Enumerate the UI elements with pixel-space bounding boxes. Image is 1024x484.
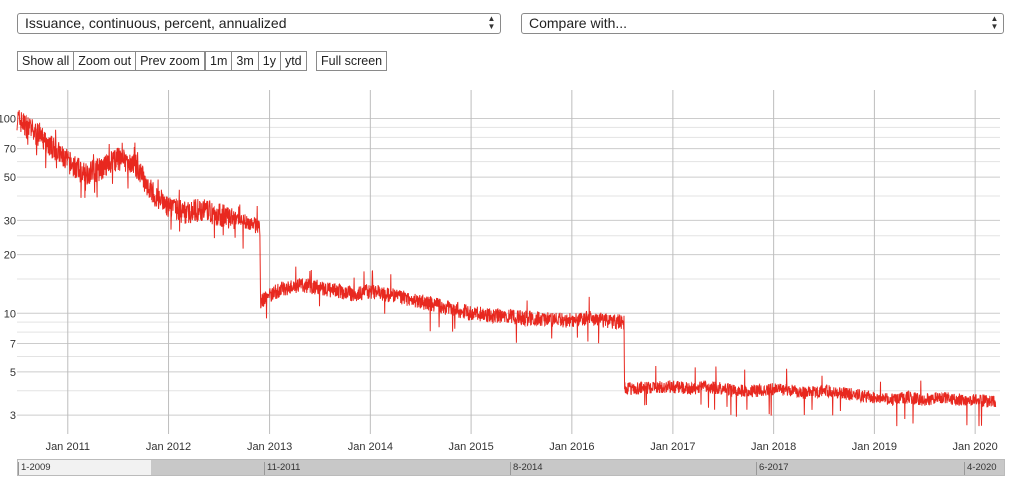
y-tick-label: 20: [4, 250, 16, 262]
compare-select[interactable]: Compare with... ▲ ▼: [521, 13, 1004, 34]
x-tick-label: Jan 2020: [953, 441, 998, 453]
y-tick-label: 50: [4, 172, 16, 184]
range-3m-button[interactable]: 3m: [232, 52, 259, 70]
y-tick-label: 30: [4, 215, 16, 227]
prev-zoom-button[interactable]: Prev zoom: [136, 52, 204, 70]
range-ytd-button[interactable]: ytd: [281, 52, 306, 70]
x-tick-label: Jan 2011: [46, 441, 90, 453]
range-button-group: 1m 3m 1y ytd: [205, 51, 307, 71]
x-tick-label: Jan 2017: [650, 441, 695, 453]
x-tick-label: Jan 2016: [549, 441, 594, 453]
navigator-label: 1-2009: [18, 462, 51, 475]
zoom-button-group: Show all Zoom out Prev zoom: [17, 51, 205, 71]
range-1m-button[interactable]: 1m: [206, 52, 233, 70]
x-tick-label: Jan 2012: [146, 441, 191, 453]
navigator-label: 4-2020: [964, 462, 997, 475]
y-tick-label: 10: [4, 308, 16, 320]
x-tick-label: Jan 2019: [852, 441, 897, 453]
y-tick-label: 70: [4, 144, 16, 156]
x-tick-label: Jan 2015: [448, 441, 493, 453]
x-tick-label: Jan 2018: [751, 441, 796, 453]
x-tick-label: Jan 2013: [247, 441, 292, 453]
y-tick-label: 7: [10, 338, 16, 350]
show-all-button[interactable]: Show all: [18, 52, 75, 70]
x-tick-label: Jan 2014: [348, 441, 393, 453]
range-navigator[interactable]: 1-2009 11-2011 8-2014 6-2017 4-2020: [17, 459, 1005, 476]
updown-arrow-icon: ▲ ▼: [487, 14, 496, 31]
compare-select-value: Compare with...: [529, 15, 628, 31]
fullscreen-button-group: Full screen: [316, 51, 388, 71]
y-tick-label: 100: [0, 113, 16, 125]
navigator-label: 11-2011: [264, 462, 300, 475]
y-tick-label: 5: [10, 367, 16, 379]
y-tick-label: 3: [10, 410, 16, 422]
updown-arrow-icon: ▲ ▼: [990, 14, 999, 31]
chart-plot[interactable]: 3 5 7 10 20 30 50 70 100 Jan 2011 Jan 2012 Jan 2013…: [0, 84, 1024, 459]
navigator-label: 8-2014: [510, 462, 543, 475]
navigator-label: 6-2017: [756, 462, 789, 475]
full-screen-button[interactable]: Full screen: [317, 52, 386, 70]
series-line: [16, 110, 997, 427]
zoom-out-button[interactable]: Zoom out: [74, 52, 137, 70]
range-1y-button[interactable]: 1y: [259, 52, 281, 70]
metric-select-value: Issuance, continuous, percent, annualize…: [25, 15, 287, 31]
metric-select[interactable]: Issuance, continuous, percent, annualize…: [17, 13, 501, 34]
